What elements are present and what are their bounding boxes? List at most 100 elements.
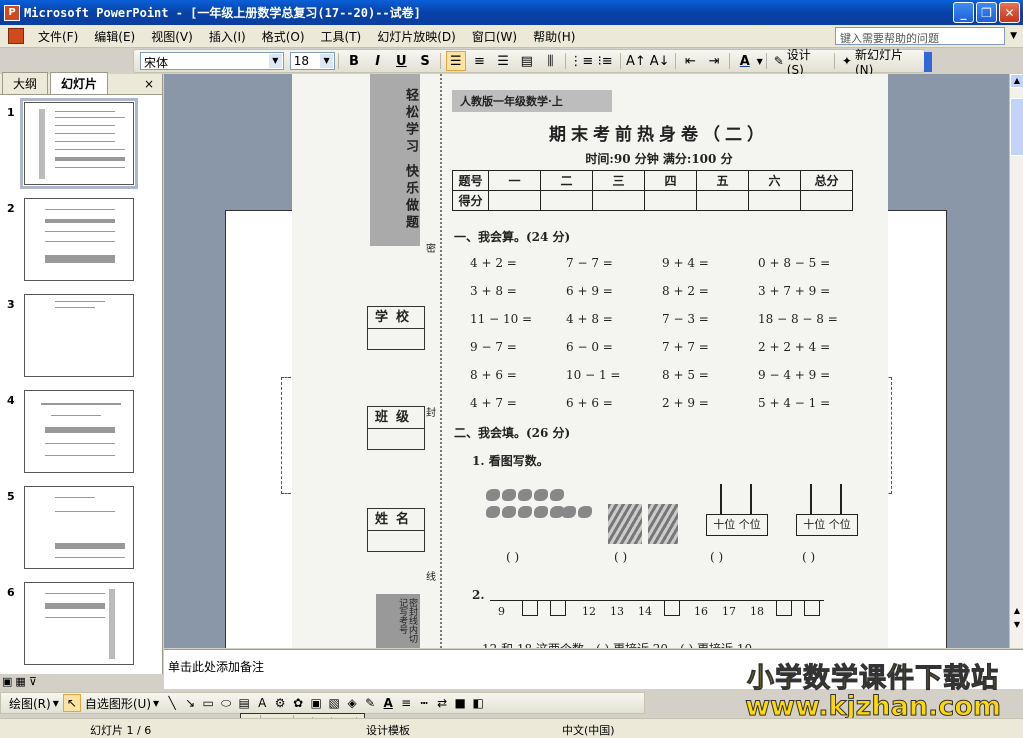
seal-char: 线 [426,572,436,583]
slide-sorter-icon[interactable]: ▦ [15,675,25,689]
dash-style-icon[interactable]: ┅ [415,694,433,712]
slide-thumbnail-row[interactable]: 4 [0,390,163,480]
arrow-icon[interactable]: ↘ [181,694,199,712]
bullet-list-icon[interactable]: ⁝≡ [595,51,615,71]
align-left-icon[interactable]: ☰ [445,51,466,71]
slide-thumbnail-row[interactable]: 2 [0,198,163,288]
tab-slides[interactable]: 幻灯片 [50,72,109,94]
powerpoint-app-icon[interactable]: P [4,4,20,21]
menu-help[interactable]: 帮助(H) [525,28,583,45]
restore-button[interactable]: ❐ [976,2,997,23]
diagram-icon[interactable]: ⚙ [271,694,289,712]
line-color-icon[interactable]: ✎ [361,694,379,712]
arrow-style-icon[interactable]: ⇄ [433,694,451,712]
picture-icon[interactable]: ▣ [307,694,325,712]
shadow-button[interactable]: S [415,51,435,71]
menu-slideshow[interactable]: 幻灯片放映(D) [369,28,464,45]
vertical-scrollbar[interactable]: ▲ ▲ ▼ [1009,74,1023,648]
line-icon[interactable]: ╲ [163,694,181,712]
scroll-up-icon[interactable]: ▲ [1010,74,1023,88]
slideshow-icon[interactable]: ⊽ [29,675,37,689]
oval-icon[interactable]: ⬭ [217,694,235,712]
slide-thumbnail[interactable] [24,582,134,665]
font-color-icon[interactable]: A [379,694,397,712]
3d-icon[interactable]: ◧ [469,694,487,712]
image-icon[interactable]: ▧ [325,694,343,712]
numbered-list-icon[interactable]: ⋮≡ [569,51,593,71]
new-slide-button[interactable]: ✦ 新幻灯片(N) [838,46,924,77]
wordart-icon[interactable]: A [253,694,271,712]
menu-format[interactable]: 格式(O) [254,28,313,45]
menu-edit[interactable]: 编辑(E) [86,28,143,45]
normal-view-icon[interactable]: ▣ [2,675,12,689]
design-button[interactable]: ✎ 设计(S) [770,46,831,77]
minimize-button[interactable]: _ [953,2,974,23]
problem: 11 − 10 = [470,312,533,326]
font-size-select[interactable]: 18 ▼ [289,52,336,70]
problem: 7 + 7 = [662,340,709,354]
carrot-group-icon [562,506,592,518]
slide-thumbnail[interactable] [24,486,134,569]
slide-thumbnail[interactable] [24,390,134,473]
problem: 6 − 0 = [566,340,613,354]
answer-paren: ( ) [802,550,816,564]
slide-thumbnail-row[interactable]: 3 [0,294,163,384]
menu-window[interactable]: 窗口(W) [464,28,525,45]
menu-insert[interactable]: 插入(I) [201,28,254,45]
menu-tools[interactable]: 工具(T) [313,28,370,45]
bold-button[interactable]: B [344,51,364,71]
class-field: 班级 [367,406,425,450]
exam-paper-image[interactable]: 轻松学习 快乐做题 学校 班级 姓名 密 封 线 密封线内切记写考号 人教版一年… [292,74,888,648]
autoshapes-button[interactable]: 自选图形(U) ▼ [81,695,163,712]
title-bar: P Microsoft PowerPoint - [一年级上册数学总复习(17-… [0,0,1023,25]
menu-view[interactable]: 视图(V) [143,28,201,45]
slide-thumbnail[interactable] [24,294,134,377]
increase-indent-icon[interactable]: ⇥ [704,51,724,71]
toolbar-options-icon[interactable] [924,52,932,72]
align-right-icon[interactable]: ☰ [493,51,513,71]
slide-thumbnail[interactable] [20,98,138,189]
draw-menu-button[interactable]: 绘图(R) ▼ [5,695,63,712]
slide-thumbnail-row[interactable]: 1 [0,98,163,192]
chevron-down-icon[interactable]: ▼ [268,54,282,68]
shadow-icon[interactable]: ■ [451,694,469,712]
class-label: 班级 [368,407,424,429]
align-center-icon[interactable]: ≡ [470,51,490,71]
fill-color-icon[interactable]: ◈ [343,694,361,712]
toolbar-divider [728,53,730,69]
close-button[interactable]: ✕ [999,2,1020,23]
slide-thumbnail-row[interactable]: 5 [0,486,163,576]
decrease-font-icon[interactable]: A↓ [650,51,670,71]
next-slide-icon[interactable]: ▼ [1010,618,1023,632]
close-icon[interactable]: × [144,77,154,91]
scroll-thumb[interactable] [1010,98,1023,156]
help-search-input[interactable]: 键入需要帮助的问题 [835,27,1005,45]
number-line-box [804,600,820,616]
font-name-select[interactable]: 宋体 ▼ [140,52,284,70]
textbox-icon[interactable]: ▤ [235,694,253,712]
select-cursor-icon[interactable]: ↖ [62,694,81,712]
font-color-button[interactable]: A [735,51,755,71]
seal-char: 密 [426,244,436,255]
help-dropdown-icon[interactable]: ▼ [1010,31,1017,41]
chevron-down-icon[interactable]: ▼ [757,57,763,66]
problem: 6 + 6 = [566,396,613,410]
design-label: 设计(S) [786,47,811,77]
previous-slide-icon[interactable]: ▲ [1010,604,1023,618]
rectangle-icon[interactable]: ▭ [199,694,217,712]
abacus-label: 十位 个位 [796,514,858,536]
distributed-icon[interactable]: ⫼ [541,51,561,71]
underline-button[interactable]: U [391,51,411,71]
decrease-indent-icon[interactable]: ⇤ [681,51,701,71]
slide-thumbnail[interactable] [24,198,134,281]
justify-icon[interactable]: ▤ [517,51,537,71]
clipart-icon[interactable]: ✿ [289,694,307,712]
italic-button[interactable]: I [368,51,388,71]
document-icon[interactable] [8,28,24,44]
chevron-down-icon[interactable]: ▼ [320,54,334,68]
line-style-icon[interactable]: ≡ [397,694,415,712]
slide-thumbnail-row[interactable]: 6 [0,582,163,672]
menu-file[interactable]: 文件(F) [30,28,86,45]
tab-outline[interactable]: 大纲 [2,72,49,94]
increase-font-icon[interactable]: A↑ [626,51,646,71]
